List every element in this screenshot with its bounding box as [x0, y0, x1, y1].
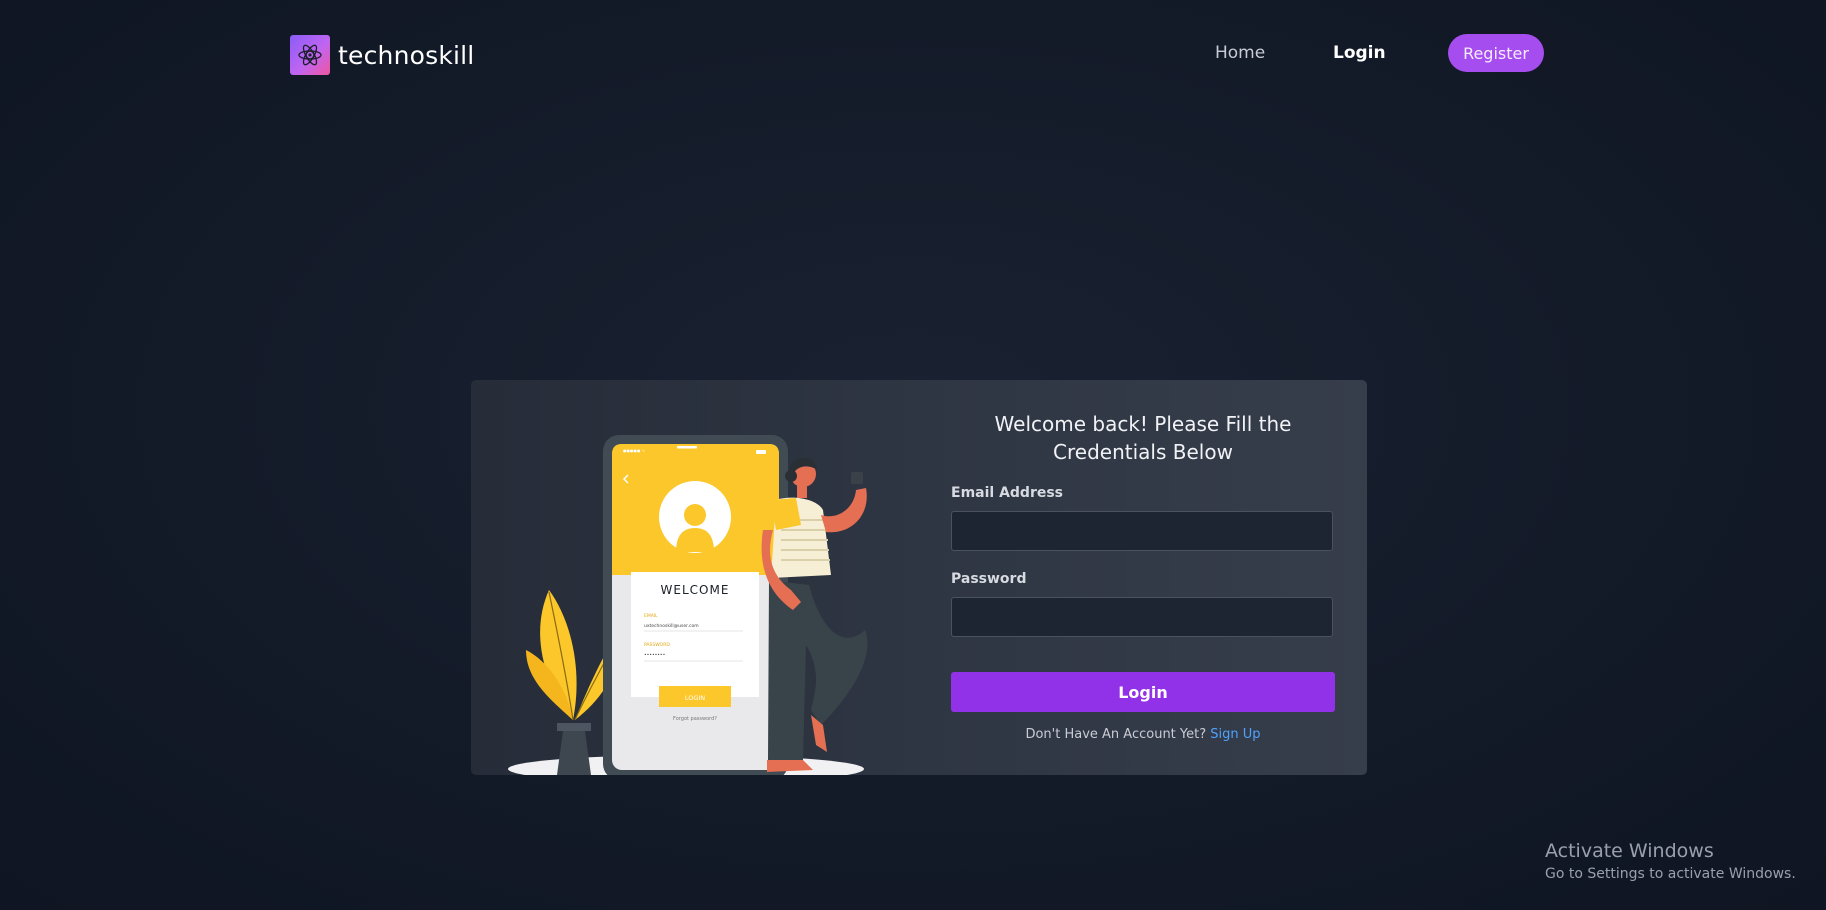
signup-prompt-line: Don't Have An Account Yet? Sign Up [951, 727, 1335, 742]
register-button[interactable]: Register [1448, 34, 1544, 72]
watermark-title: Activate Windows [1545, 840, 1714, 862]
password-input[interactable] [951, 597, 1333, 637]
login-card: ●●●●● ∿ WELCOME EMAIL uxtechnoskill@user… [471, 380, 1367, 775]
email-label: Email Address [951, 485, 1064, 501]
top-navbar: technoskill Home Login Register [0, 0, 1826, 108]
phone-password-label: PASSWORD [644, 642, 670, 648]
login-form: Welcome back! Please Fill the Credential… [951, 380, 1335, 775]
nav-home-link[interactable]: Home [1215, 43, 1265, 63]
windows-activation-watermark: Activate Windows Go to Settings to activ… [1545, 840, 1796, 882]
email-input[interactable] [951, 511, 1333, 551]
nav-login-link[interactable]: Login [1333, 43, 1386, 63]
password-label: Password [951, 571, 1027, 587]
phone-password-value: •••••••• [644, 653, 665, 658]
brand-logo-icon [290, 35, 330, 75]
watermark-subtitle: Go to Settings to activate Windows. [1545, 866, 1796, 882]
svg-text:●●●●● ∿: ●●●●● ∿ [623, 448, 645, 453]
phone-welcome-text: WELCOME [661, 583, 730, 597]
phone-forgot-label: Forgot password? [673, 716, 717, 722]
phone-email-label: EMAIL [644, 613, 658, 619]
brand-link[interactable]: technoskill [290, 35, 474, 75]
phone-email-value: uxtechnoskill@user.com [644, 623, 699, 629]
signup-link[interactable]: Sign Up [1210, 727, 1260, 742]
form-title-line-2: Credentials Below [1053, 440, 1233, 464]
brand-name: technoskill [338, 40, 475, 70]
form-title: Welcome back! Please Fill the Credential… [951, 410, 1335, 466]
signup-prompt-text: Don't Have An Account Yet? [1025, 727, 1211, 742]
login-illustration: ●●●●● ∿ WELCOME EMAIL uxtechnoskill@user… [471, 380, 911, 775]
form-title-line-1: Welcome back! Please Fill the [994, 412, 1292, 436]
phone-login-label: LOGIN [685, 694, 705, 702]
login-submit-button[interactable]: Login [951, 672, 1335, 712]
